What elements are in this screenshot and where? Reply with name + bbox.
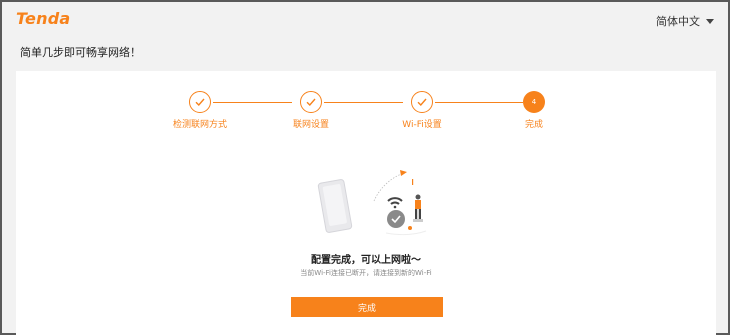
setup-complete-illustration [317,170,427,236]
step-3-label: Wi-Fi设置 [402,120,442,130]
step-connector-3 [435,102,523,103]
step-connector-2 [324,102,403,103]
step-1-circle [189,91,211,113]
step-1-label: 检测联网方式 [172,120,228,130]
completion-description: 当前Wi-Fi连接已断开，请连接到新的Wi-Fi [300,269,432,277]
step-progress: 检测联网方式 联网设置 Wi-Fi设置 4 完成 [16,71,716,141]
language-selector[interactable]: 简体中文 [656,13,714,29]
wizard-panel: 检测联网方式 联网设置 Wi-Fi设置 4 完成 配置完成，可以上网啦～ 当前W… [16,71,716,335]
step-2-label: 联网设置 [292,120,330,130]
language-label: 简体中文 [656,15,700,28]
caret-down-icon [706,18,714,24]
check-icon [417,98,427,107]
finish-button[interactable]: 完成 [291,297,443,317]
page-subtitle: 简单几步即可畅享网络！ [20,46,141,59]
completion-title: 配置完成，可以上网啦～ [311,255,421,266]
top-bar: Tenda 简体中文 [2,2,728,36]
step-4-circle: 4 [523,91,545,113]
step-connector-1 [213,102,292,103]
tenda-logo: Tenda [16,9,71,28]
step-4-label: 完成 [524,120,544,130]
check-icon [195,98,205,107]
check-icon [306,98,316,107]
step-3-circle [411,91,433,113]
step-2-circle [300,91,322,113]
